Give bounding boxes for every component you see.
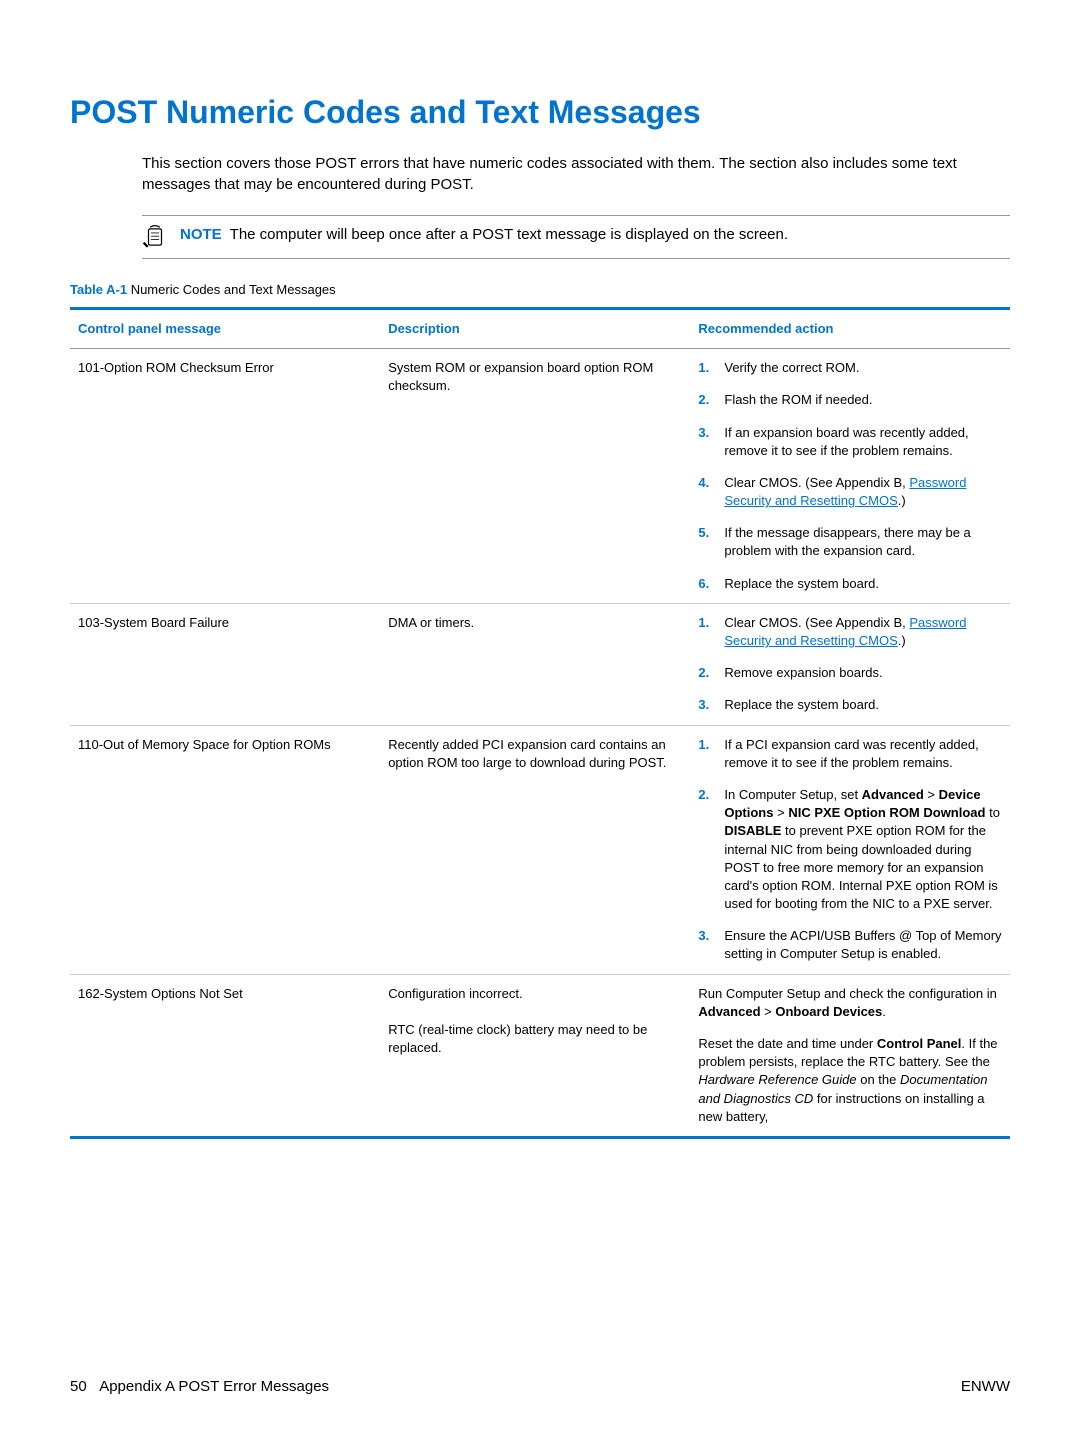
action-paragraph: Reset the date and time under Control Pa… bbox=[698, 1035, 1002, 1126]
action-item: 4.Clear CMOS. (See Appendix B, Password … bbox=[698, 474, 1002, 510]
table-caption: Table A-1 Numeric Codes and Text Message… bbox=[70, 281, 1010, 299]
post-codes-table: Control panel message Description Recomm… bbox=[70, 307, 1010, 1139]
action-item: 3.Ensure the ACPI/USB Buffers @ Top of M… bbox=[698, 927, 1002, 963]
cell-description: System ROM or expansion board option ROM… bbox=[380, 349, 690, 604]
action-item: 2.In Computer Setup, set Advanced > Devi… bbox=[698, 786, 1002, 913]
page-footer: 50 Appendix A POST Error Messages ENWW bbox=[70, 1376, 1010, 1397]
note-label: NOTE bbox=[180, 226, 222, 243]
action-item: 5.If the message disappears, there may b… bbox=[698, 524, 1002, 560]
link[interactable]: Password Security and Resetting CMOS bbox=[724, 615, 966, 648]
action-item: 1.Verify the correct ROM. bbox=[698, 359, 1002, 377]
action-item: 2.Flash the ROM if needed. bbox=[698, 391, 1002, 409]
cell-action: 1.Verify the correct ROM. 2.Flash the ROM… bbox=[690, 349, 1010, 604]
note-icon bbox=[142, 224, 168, 250]
table-row: 103-System Board FailureDMA or timers.1.… bbox=[70, 603, 1010, 725]
cell-action: 1.Clear CMOS. (See Appendix B, Password … bbox=[690, 603, 1010, 725]
action-item: 1.If a PCI expansion card was recently a… bbox=[698, 736, 1002, 772]
header-action: Recommended action bbox=[690, 308, 1010, 348]
cell-description: Recently added PCI expansion card contai… bbox=[380, 725, 690, 974]
cell-action: Run Computer Setup and check the configu… bbox=[690, 974, 1010, 1137]
action-item: 6.Replace the system board. bbox=[698, 575, 1002, 593]
table-row: 110-Out of Memory Space for Option ROMsR… bbox=[70, 725, 1010, 974]
cell-message: 103-System Board Failure bbox=[70, 603, 380, 725]
link[interactable]: Password Security and Resetting CMOS bbox=[724, 475, 966, 508]
cell-message: 162-System Options Not Set bbox=[70, 974, 380, 1137]
cell-message: 101-Option ROM Checksum Error bbox=[70, 349, 380, 604]
action-item: 1.Clear CMOS. (See Appendix B, Password … bbox=[698, 614, 1002, 650]
cell-description: DMA or timers. bbox=[380, 603, 690, 725]
table-row: 101-Option ROM Checksum ErrorSystem ROM … bbox=[70, 349, 1010, 604]
note-text: NOTEThe computer will beep once after a … bbox=[180, 224, 788, 245]
action-item: 2.Remove expansion boards. bbox=[698, 664, 1002, 682]
intro-paragraph: This section covers those POST errors th… bbox=[142, 153, 1010, 195]
cell-action: 1.If a PCI expansion card was recently a… bbox=[690, 725, 1010, 974]
action-paragraph: Run Computer Setup and check the configu… bbox=[698, 985, 1002, 1021]
action-item: 3.If an expansion board was recently add… bbox=[698, 424, 1002, 460]
page-heading: POST Numeric Codes and Text Messages bbox=[70, 90, 1010, 135]
table-row: 162-System Options Not SetConfiguration … bbox=[70, 974, 1010, 1137]
page-number: 50 bbox=[70, 1378, 87, 1395]
footer-left: Appendix A POST Error Messages bbox=[99, 1378, 329, 1395]
footer-right: ENWW bbox=[961, 1376, 1010, 1397]
action-item: 3.Replace the system board. bbox=[698, 696, 1002, 714]
header-description: Description bbox=[380, 308, 690, 348]
header-message: Control panel message bbox=[70, 308, 380, 348]
cell-message: 110-Out of Memory Space for Option ROMs bbox=[70, 725, 380, 974]
note-box: NOTEThe computer will beep once after a … bbox=[142, 215, 1010, 259]
cell-description: Configuration incorrect.RTC (real-time c… bbox=[380, 974, 690, 1137]
